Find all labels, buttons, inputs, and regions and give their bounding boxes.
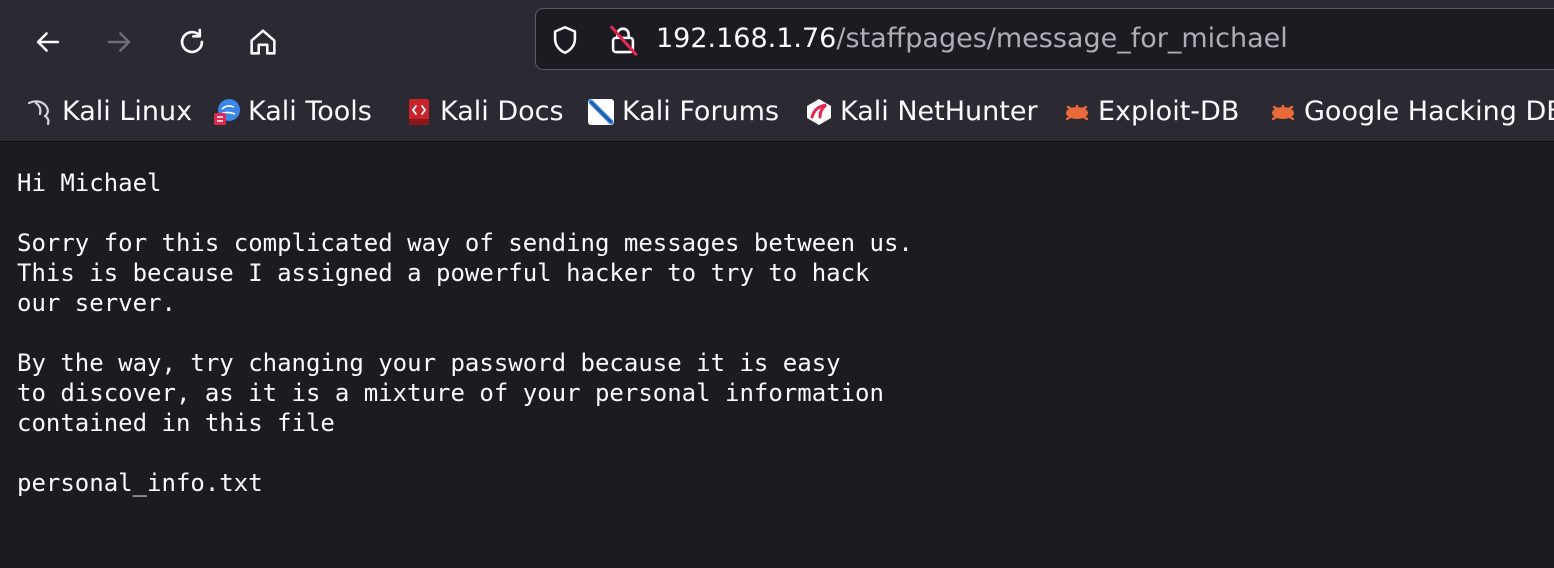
forward-button[interactable] bbox=[97, 20, 141, 64]
bookmark-label: Google Hacking DB bbox=[1304, 96, 1554, 127]
bookmarks-toolbar: Kali Linux Kali Tools Kali Docs Kali For… bbox=[0, 84, 1554, 142]
browser-toolbar: 192.168.1.76/staffpages/message_for_mich… bbox=[0, 0, 1554, 84]
text-line: to discover, as it is a mixture of your … bbox=[17, 379, 884, 407]
kali-tools-icon bbox=[214, 99, 240, 125]
bookmark-google-hacking-db[interactable]: Google Hacking DB bbox=[1268, 94, 1554, 130]
page-content: Hi Michael Sorry for this complicated wa… bbox=[17, 168, 1537, 498]
kali-forums-icon bbox=[588, 99, 614, 125]
insecure-lock-icon[interactable] bbox=[606, 23, 640, 57]
url-path: /staffpages/message_for_michael bbox=[836, 23, 1288, 54]
address-bar[interactable]: 192.168.1.76/staffpages/message_for_mich… bbox=[535, 8, 1554, 70]
text-line: personal_info.txt bbox=[17, 469, 263, 497]
arrow-right-icon bbox=[107, 32, 131, 52]
kali-docs-icon bbox=[409, 99, 429, 125]
bookmark-label: Kali NetHunter bbox=[840, 96, 1038, 127]
text-line: By the way, try changing your password b… bbox=[17, 349, 841, 377]
text-line: Sorry for this complicated way of sendin… bbox=[17, 229, 913, 257]
exploit-db-icon bbox=[1065, 104, 1089, 121]
bookmark-label: Exploit-DB bbox=[1098, 96, 1240, 127]
reload-button[interactable] bbox=[170, 20, 214, 64]
text-line: This is because I assigned a powerful ha… bbox=[17, 259, 870, 287]
home-icon bbox=[250, 29, 276, 55]
google-hacking-db-icon bbox=[1271, 104, 1295, 121]
back-button[interactable] bbox=[26, 20, 70, 64]
kali-dragon-icon bbox=[27, 100, 50, 126]
kali-nethunter-icon bbox=[807, 99, 831, 125]
bookmark-label: Kali Tools bbox=[248, 96, 372, 127]
url-host: 192.168.1.76 bbox=[656, 23, 837, 54]
bookmark-kali-docs[interactable]: Kali Docs bbox=[404, 94, 564, 130]
bookmark-label: Kali Docs bbox=[440, 96, 564, 127]
text-line: Hi Michael bbox=[17, 169, 162, 197]
bookmark-label: Kali Forums bbox=[622, 96, 780, 127]
home-button[interactable] bbox=[241, 20, 285, 64]
bookmark-kali-forums[interactable]: Kali Forums bbox=[586, 94, 779, 130]
bookmark-kali-tools[interactable]: Kali Tools bbox=[212, 94, 372, 130]
bookmark-label: Kali Linux bbox=[62, 96, 193, 127]
bookmark-kali-linux[interactable]: Kali Linux bbox=[26, 94, 192, 130]
url-text[interactable]: 192.168.1.76/staffpages/message_for_mich… bbox=[656, 22, 1288, 56]
bookmark-exploit-db[interactable]: Exploit-DB bbox=[1062, 94, 1239, 130]
arrow-left-icon bbox=[36, 32, 60, 52]
reload-icon bbox=[180, 28, 204, 54]
bookmark-kali-nethunter[interactable]: Kali NetHunter bbox=[804, 94, 1038, 130]
text-line: contained in this file bbox=[17, 409, 335, 437]
text-line: our server. bbox=[17, 289, 176, 317]
tracking-shield-icon[interactable] bbox=[548, 23, 582, 57]
